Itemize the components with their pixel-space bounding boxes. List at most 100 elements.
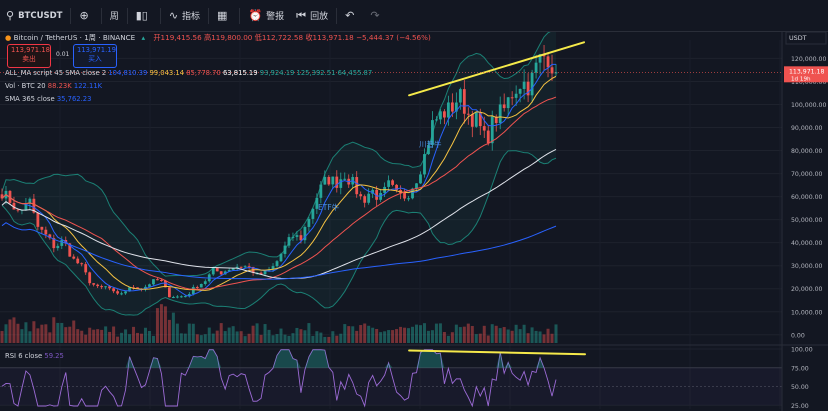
volume-bar [60, 322, 64, 343]
volume-bar [207, 327, 211, 343]
rsi-legend[interactable]: RSI 6 close 59.25 [5, 352, 64, 360]
candle-body [44, 229, 48, 235]
volume-bar [219, 323, 223, 343]
interval-button[interactable]: 周 [104, 0, 125, 31]
candle-body [470, 114, 474, 127]
candle-body [72, 256, 76, 259]
sell-button[interactable]: 113,971.18 卖出 [7, 44, 51, 68]
volume-bar [175, 323, 179, 343]
bar-style-icon: ▮▯ [135, 9, 148, 22]
candle-body [391, 180, 394, 185]
alert-button[interactable]: ⏰ 警报 [242, 0, 290, 31]
volume-bar [287, 335, 291, 343]
candle-body [104, 286, 108, 288]
volume-bar [76, 329, 80, 343]
volume-bar [116, 336, 120, 343]
volume-bar [486, 335, 490, 343]
volume-bar [255, 323, 259, 343]
volume-bar [462, 326, 466, 343]
candle-body [327, 176, 331, 185]
low-label: 低 [254, 33, 262, 42]
ma-legend-name: ALL_MA script 45 SMA close 2 [5, 69, 107, 77]
top-toolbar: ⚲ BTCUSDT ⊕ 周 ▮▯ ∿ 指标 ▦ ⏰ 警报 ⏮ 回放 ↶ ↷ [0, 0, 828, 32]
price-tick-label: 30,000.00 [791, 263, 823, 270]
candle-body [211, 267, 215, 275]
candle-body [311, 208, 315, 219]
buy-price: 113,971.19 [77, 46, 116, 54]
symbol-search[interactable]: ⚲ BTCUSDT [0, 0, 68, 31]
indicators-button[interactable]: ∿ 指标 [163, 0, 206, 31]
up-arrow-icon: ▴ [141, 33, 146, 42]
ma-value-4: 63,815.19 [222, 69, 258, 77]
volume-bar [68, 326, 72, 343]
volume-bar [275, 334, 279, 343]
sma365-legend[interactable]: SMA 365 close 35,762.23 [5, 95, 91, 103]
volume-bar [311, 335, 315, 343]
volume-bar [307, 323, 311, 343]
replay-button[interactable]: ⏮ 回放 [290, 0, 334, 31]
bar-style-button[interactable]: ▮▯ [130, 0, 158, 31]
close-label: 收 [305, 33, 313, 42]
candle-body [152, 279, 155, 285]
volume-bar [442, 331, 446, 343]
candle-body [450, 102, 454, 112]
volume-bar [502, 327, 506, 343]
price-tick-label: 10,000.00 [791, 309, 823, 316]
rsi-tick-label: 75.00 [791, 365, 809, 372]
volume-bar [375, 328, 379, 343]
volume-bar [259, 334, 263, 343]
volume-bar [482, 325, 486, 343]
volume-bar [247, 333, 251, 343]
candle-body [323, 176, 327, 185]
candle-body [443, 111, 446, 118]
undo-button[interactable]: ↶ [339, 0, 364, 31]
candle-body [319, 184, 323, 198]
volume-bar [291, 333, 295, 343]
volume-bar [546, 328, 550, 343]
volume-bar [518, 329, 522, 343]
rsi-legend-name: RSI 6 close [5, 352, 43, 360]
candle-body [183, 296, 187, 298]
vol-value-1: 88.23K [47, 82, 72, 90]
candle-body [446, 102, 450, 118]
volume-bar [159, 304, 163, 343]
buy-button[interactable]: 113,971.19 买入 [73, 44, 117, 68]
volume-bar [323, 336, 327, 343]
volume-bar [506, 329, 510, 343]
volume-bar [96, 329, 100, 343]
volume-bar [538, 331, 542, 343]
volume-bar [215, 330, 219, 343]
price-tick-label: 60,000.00 [791, 194, 823, 201]
volume-bar [327, 336, 331, 343]
volume-bar [411, 326, 415, 343]
undo-icon: ↶ [345, 9, 355, 22]
volume-bar [283, 334, 287, 343]
chart-area[interactable]: 100.0075.0050.0025.00 120,000.00110,000.… [0, 32, 828, 411]
volume-bar [403, 327, 407, 343]
volume-bar [72, 320, 76, 343]
volume-bar [339, 333, 343, 343]
volume-bar [550, 333, 554, 343]
toolbar-divider [126, 7, 128, 24]
volume-bar [363, 323, 367, 343]
volume-bar [235, 331, 239, 343]
volume-bar [243, 336, 247, 343]
volume-bar [108, 331, 112, 343]
candle-body [92, 283, 96, 285]
ma-legend[interactable]: ALL_MA script 45 SMA close 2 104,810.39 … [5, 69, 372, 77]
price-tick-label: 0.00 [791, 332, 805, 339]
volume-bar [28, 331, 32, 343]
bitcoin-icon: ● [5, 33, 12, 42]
volume-bar [418, 325, 422, 343]
volume-bar [100, 329, 104, 343]
volume-bar [195, 334, 199, 343]
redo-button[interactable]: ↷ [364, 0, 389, 31]
candle-body [80, 263, 84, 265]
candle-body [40, 226, 44, 230]
candle-body [331, 176, 335, 185]
rsi-tick-label: 25.00 [791, 403, 809, 410]
vol-legend[interactable]: Vol · BTC 20 88.23K 122.11K [5, 82, 102, 90]
layouts-button[interactable]: ▦ [211, 0, 237, 31]
compare-button[interactable]: ⊕ [73, 0, 98, 31]
volume-bar [438, 323, 442, 343]
